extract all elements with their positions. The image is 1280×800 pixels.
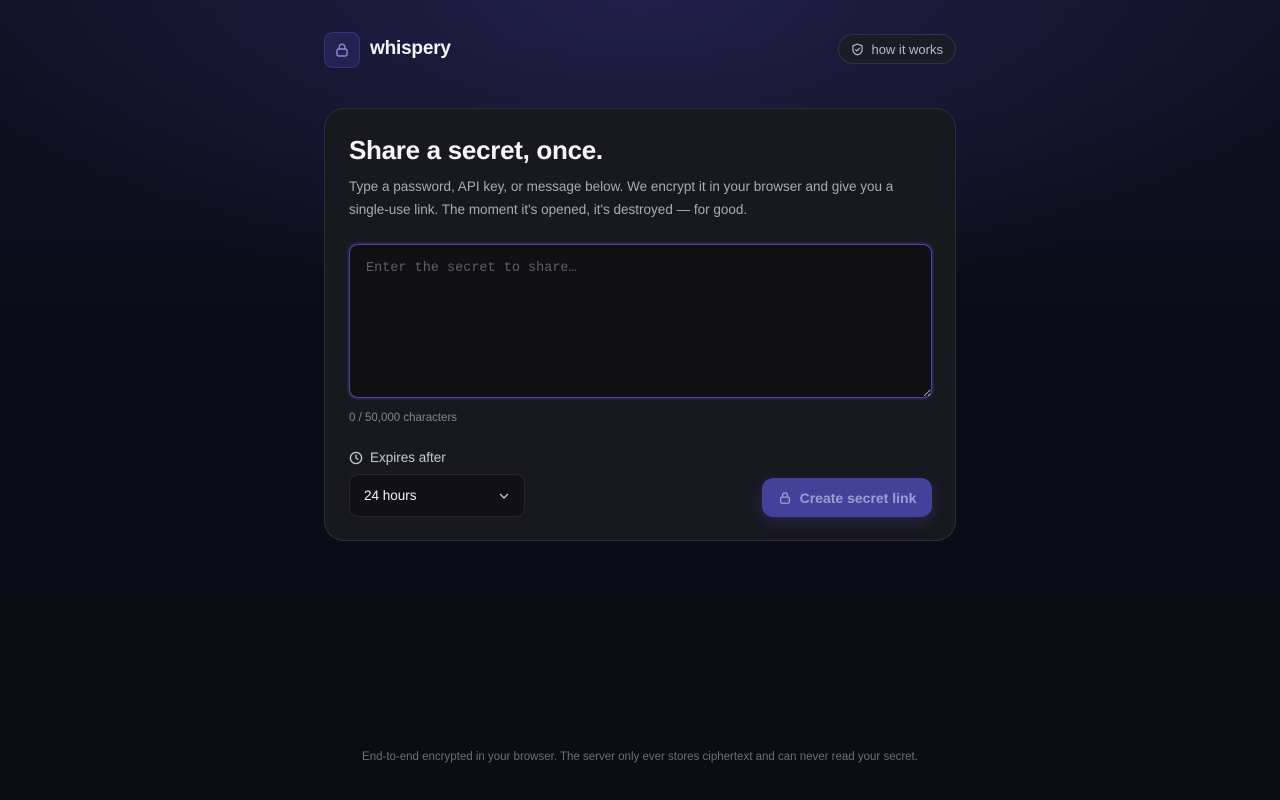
how-it-works-button[interactable]: how it works	[838, 34, 956, 64]
description-text: Type a password, API key, or message bel…	[349, 179, 894, 217]
chevron-down-icon	[498, 490, 510, 502]
clock-icon	[349, 451, 363, 465]
secret-input[interactable]	[349, 244, 932, 398]
expires-label-text: Expires after	[370, 450, 446, 465]
header: whispery how it works	[324, 32, 956, 68]
shield-icon	[851, 43, 864, 56]
expiration-select[interactable]: 24 hours	[349, 474, 525, 517]
expiration-selected-value: 24 hours	[364, 488, 417, 503]
create-secret-link-label: Create secret link	[799, 489, 917, 506]
share-secret-card: Share a secret, once. Type a password, A…	[324, 108, 956, 541]
character-count: 0 / 50,000 characters	[349, 412, 458, 424]
logo[interactable]	[324, 32, 360, 68]
brand-name[interactable]: whispery	[370, 38, 451, 60]
expires-label: Expires after	[349, 450, 446, 465]
lock-icon	[778, 491, 792, 505]
how-it-works-label: how it works	[871, 41, 943, 57]
footer-note: End-to-end encrypted in your browser. Th…	[362, 751, 918, 763]
page-title: Share a secret, once.	[349, 135, 603, 165]
lock-icon	[334, 42, 350, 58]
create-secret-link-button[interactable]: Create secret link	[762, 478, 932, 517]
